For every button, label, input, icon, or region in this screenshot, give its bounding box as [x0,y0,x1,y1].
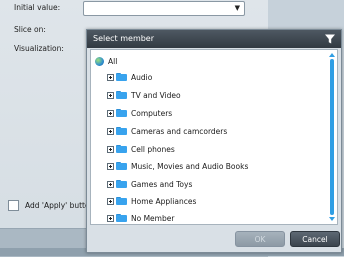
tree-item-label: No Member [131,213,175,223]
initial-value-dropdown[interactable]: ▼ [83,1,245,16]
tree-item-label: Music, Movies and Audio Books [131,161,249,171]
tree-item-label: Cameras and camcorders [131,126,228,136]
tree-item-label: Computers [131,108,173,118]
folder-icon [116,73,127,81]
folder-icon [116,109,127,117]
folder-icon [116,145,127,153]
initial-value-label: Initial value: [14,3,61,12]
expand-plus-icon[interactable] [107,197,114,205]
tree-item[interactable]: Games and Toys [107,177,192,191]
globe-icon [95,56,104,66]
tree-item[interactable]: Cameras and camcorders [107,124,227,138]
tree-item-label: Audio [131,72,153,82]
tree-item[interactable]: Audio [107,70,152,84]
slice-on-label: Slice on: [14,25,46,34]
select-member-dialog: Select member All Audio TV and Video Com… [86,29,342,253]
folder-icon [116,197,127,205]
tree-item[interactable]: No Member [107,211,174,225]
cancel-button[interactable]: Cancel [290,231,340,247]
scroll-thumb[interactable] [330,59,334,215]
tree-item[interactable]: Home Appliances [107,194,196,208]
chevron-down-icon: ▼ [234,4,240,12]
folder-icon [116,91,127,99]
member-tree: All Audio TV and Video Computers Cameras… [90,49,338,225]
expand-plus-icon[interactable] [107,127,114,135]
ok-button[interactable]: OK [235,231,285,247]
visualization-label: Visualization: [14,44,64,53]
dialog-header: Select member [87,30,341,48]
scroll-down-arrow-icon[interactable] [329,217,335,221]
tree-item[interactable]: Music, Movies and Audio Books [107,159,248,173]
tree-root-item[interactable]: All [95,54,117,68]
expand-plus-icon[interactable] [107,109,114,117]
apply-button-option[interactable]: Add 'Apply' butto [8,200,90,211]
scroll-up-arrow-icon[interactable] [329,53,335,57]
expand-plus-icon[interactable] [107,214,114,222]
folder-icon [116,162,127,170]
tree-item-label: Cell phones [131,144,175,154]
tree-item[interactable]: TV and Video [107,88,181,102]
tree-root-label: All [108,56,118,66]
tree-item[interactable]: Computers [107,106,172,120]
expand-plus-icon[interactable] [107,180,114,188]
folder-icon [116,127,127,135]
expand-plus-icon[interactable] [107,91,114,99]
folder-icon [116,214,127,222]
apply-checkbox-label: Add 'Apply' butto [25,201,90,210]
tree-item-label: TV and Video [131,90,181,100]
tree-item[interactable]: Cell phones [107,142,175,156]
tree-item-label: Games and Toys [131,179,193,189]
tree-item-label: Home Appliances [131,196,197,206]
funnel-icon[interactable] [324,33,336,45]
folder-icon [116,180,127,188]
expand-plus-icon[interactable] [107,73,114,81]
dialog-title: Select member [93,34,155,43]
expand-plus-icon[interactable] [107,145,114,153]
vertical-scrollbar[interactable] [329,53,335,221]
expand-plus-icon[interactable] [107,162,114,170]
apply-checkbox[interactable] [8,200,19,211]
